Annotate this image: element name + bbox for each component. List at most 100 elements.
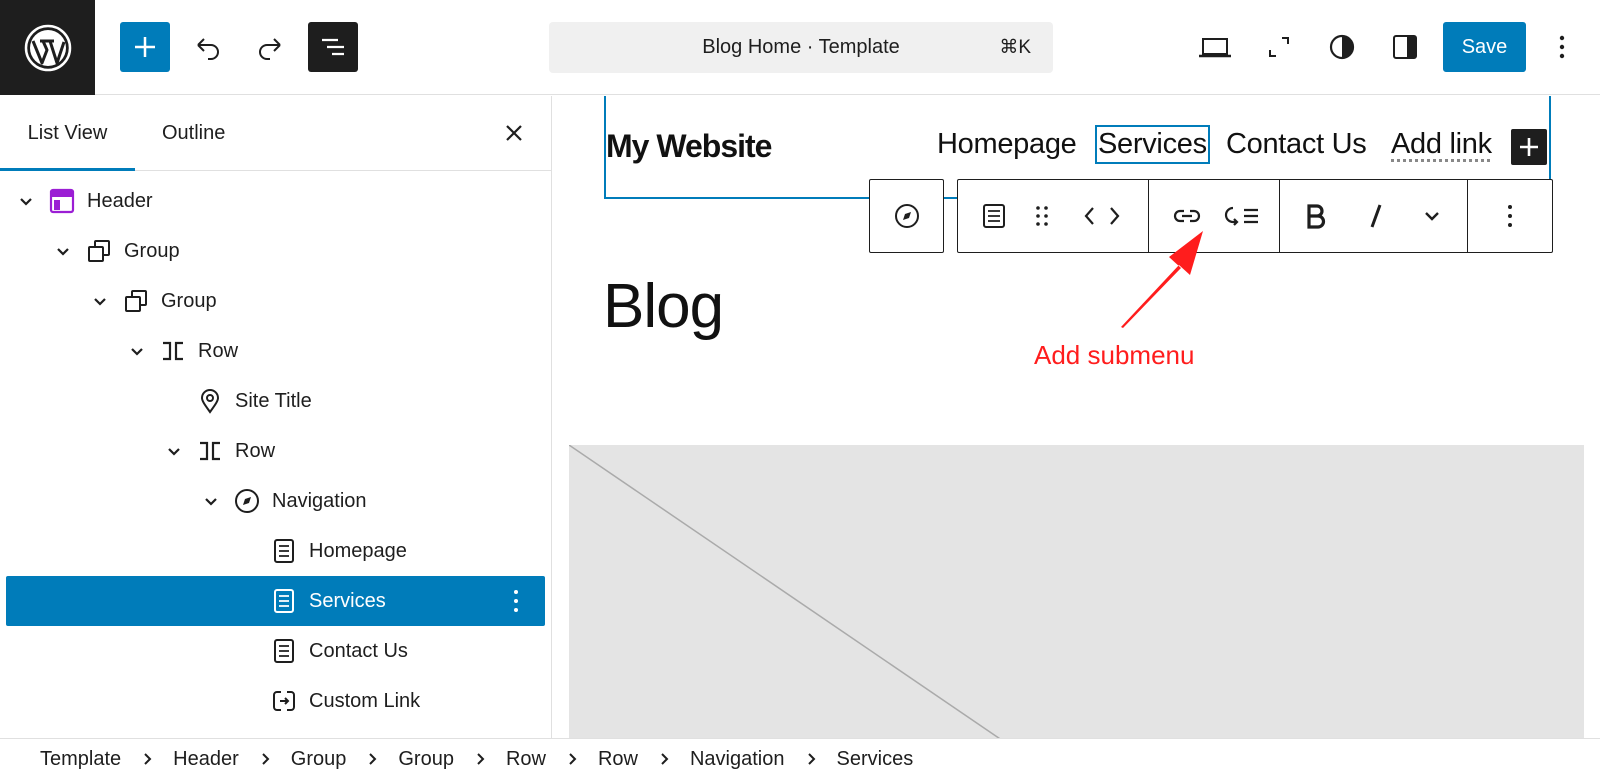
placeholder-diagonal: [569, 445, 1001, 738]
code-arrows-icon: [1084, 207, 1120, 225]
list-view-sidebar: List View Outline Header Group Group Row Sit…: [0, 96, 552, 738]
header-template-part-icon: [49, 188, 75, 214]
page-icon: [271, 638, 297, 664]
site-title[interactable]: My Website: [606, 128, 772, 165]
undo-button[interactable]: [183, 22, 233, 72]
nav-item-services[interactable]: Services: [1095, 125, 1210, 164]
map-pin-icon: [197, 388, 223, 414]
list-view-button[interactable]: [308, 22, 358, 72]
chevron-right-icon: [562, 749, 582, 769]
link-button[interactable]: [1171, 202, 1203, 230]
chevron-down-icon: [1425, 212, 1439, 221]
block-type-button[interactable]: [980, 202, 1008, 230]
breadcrumb-item[interactable]: Row: [598, 748, 638, 771]
add-submenu-button[interactable]: [1224, 202, 1260, 230]
list-view-row-label: Row: [198, 340, 239, 362]
settings-sidebar-button[interactable]: [1380, 22, 1430, 72]
page-icon: [271, 538, 297, 564]
document-title: Blog Home · Template: [702, 36, 900, 58]
list-view-row-site-title[interactable]: Site Title: [6, 376, 545, 426]
breadcrumb-item[interactable]: Group: [291, 748, 347, 771]
list-view-row-row[interactable]: Row: [6, 426, 545, 476]
list-view-row-row[interactable]: Row: [6, 326, 545, 376]
kebab-menu-icon: [1508, 205, 1512, 227]
chevron-down-icon[interactable]: [53, 241, 73, 261]
chevron-right-icon: [801, 749, 821, 769]
save-button[interactable]: Save: [1443, 22, 1526, 72]
list-view-row-label: Site Title: [235, 390, 312, 412]
row-icon: [160, 338, 186, 364]
list-view-row-group[interactable]: Group: [6, 226, 545, 276]
bold-icon: [1307, 204, 1326, 229]
list-view-row-header[interactable]: Header: [6, 176, 545, 226]
list-view-row-label: Header: [87, 190, 153, 212]
styles-contrast-icon: [1329, 34, 1355, 60]
tab-outline[interactable]: Outline: [162, 96, 225, 171]
list-view-row-homepage[interactable]: Homepage: [6, 526, 545, 576]
breadcrumb-item[interactable]: Row: [506, 748, 546, 771]
list-view-row-services[interactable]: Services: [6, 576, 545, 626]
nav-add-block-button[interactable]: [1511, 129, 1547, 165]
block-toolbar: [957, 179, 1553, 253]
image-placeholder[interactable]: [569, 445, 1584, 738]
nav-item-contact-us[interactable]: Contact Us: [1226, 128, 1367, 161]
list-view-row-custom-link[interactable]: Custom Link: [6, 676, 545, 726]
navigation-compass-icon: [894, 204, 919, 228]
fullscreen-icon: [1269, 37, 1289, 57]
chevron-down-icon[interactable]: [201, 491, 221, 511]
breadcrumb-item[interactable]: Group: [398, 748, 454, 771]
block-breadcrumb-bar: Template Header Group Group Row Row Navigation…: [0, 738, 1600, 778]
inserter-button[interactable]: [120, 22, 170, 72]
chevron-right-icon: [470, 749, 490, 769]
move-block-button[interactable]: [1082, 202, 1122, 230]
chevron-down-icon[interactable]: [90, 291, 110, 311]
breadcrumb-item[interactable]: Services: [837, 748, 914, 771]
italic-button[interactable]: [1362, 202, 1390, 230]
list-view-row-label: Homepage: [309, 540, 407, 562]
italic-icon: [1370, 204, 1382, 228]
breadcrumb-item[interactable]: Header: [173, 748, 239, 771]
command-center[interactable]: Blog Home · Template ⌘K: [549, 22, 1053, 73]
zoom-out-button[interactable]: [1254, 22, 1304, 72]
options-button[interactable]: [1538, 22, 1586, 72]
command-shortcut: ⌘K: [999, 37, 1031, 58]
page-heading[interactable]: Blog: [603, 271, 724, 342]
plus-icon: [1520, 138, 1538, 156]
list-view-row-contact-us[interactable]: Contact Us: [6, 626, 545, 676]
group-icon: [123, 288, 149, 314]
row-icon: [197, 438, 223, 464]
select-parent-block-button[interactable]: [869, 179, 944, 253]
styles-button[interactable]: [1317, 22, 1367, 72]
link-icon: [1173, 209, 1201, 223]
list-view-row-label: Services: [309, 590, 386, 612]
list-view-row-label: Group: [124, 240, 180, 262]
close-icon: [506, 125, 522, 141]
wordpress-logo[interactable]: [0, 0, 95, 95]
close-sidebar-button[interactable]: [499, 118, 529, 148]
plus-icon: [135, 37, 155, 57]
more-formats-button[interactable]: [1418, 202, 1446, 230]
chevron-down-icon[interactable]: [164, 441, 184, 461]
drag-handle-button[interactable]: [1028, 202, 1056, 230]
wordpress-logo-icon: [24, 24, 71, 71]
list-view-row-group[interactable]: Group: [6, 276, 545, 326]
chevron-down-icon[interactable]: [127, 341, 147, 361]
add-submenu-icon: [1224, 206, 1258, 226]
editor-canvas[interactable]: My Website Homepage Services Contact Us …: [553, 96, 1600, 738]
breadcrumb-item[interactable]: Navigation: [690, 748, 785, 771]
list-view-row-navigation[interactable]: Navigation: [6, 476, 545, 526]
tab-list-view[interactable]: List View: [0, 96, 135, 171]
block-options-button[interactable]: [1496, 202, 1524, 230]
nav-item-homepage[interactable]: Homepage: [937, 128, 1077, 161]
breadcrumb-item[interactable]: Template: [40, 748, 121, 771]
custom-link-icon: [271, 688, 297, 714]
device-preview-button[interactable]: [1190, 22, 1240, 72]
nav-add-link[interactable]: Add link: [1391, 128, 1492, 161]
list-view-row-label: Row: [235, 440, 276, 462]
bold-button[interactable]: [1302, 202, 1330, 230]
kebab-menu-icon[interactable]: [503, 588, 529, 614]
list-view-row-label: Contact Us: [309, 640, 408, 662]
chevron-down-icon[interactable]: [16, 191, 36, 211]
redo-button[interactable]: [245, 22, 295, 72]
editor-header: Blog Home · Template ⌘K Save: [0, 0, 1600, 95]
